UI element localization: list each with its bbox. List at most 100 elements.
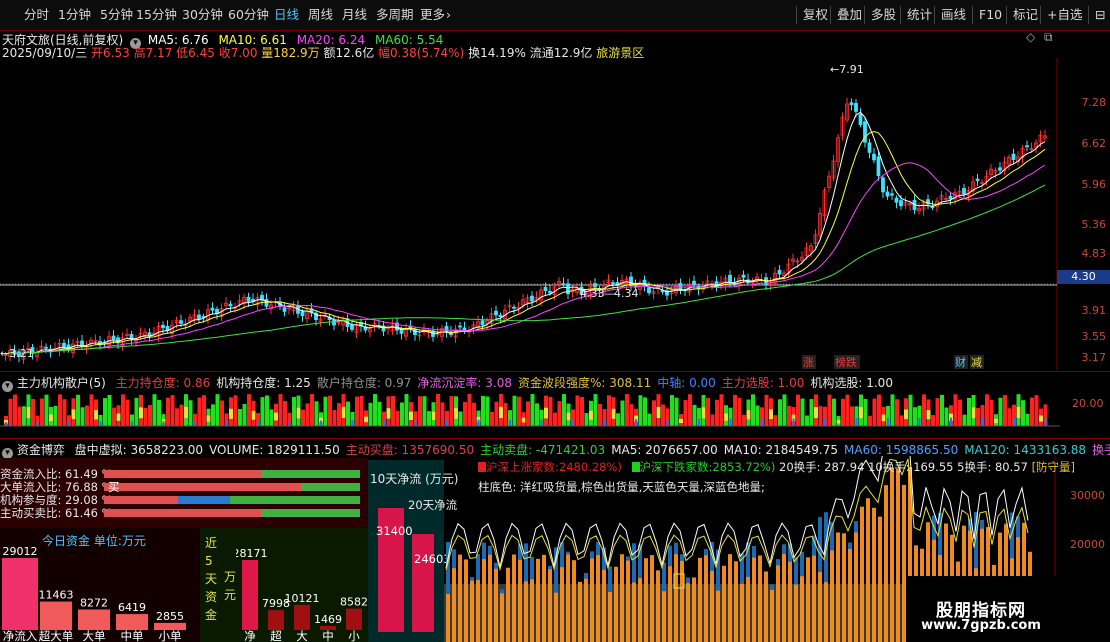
candle-body [881,177,885,193]
market-bar-orange [482,559,486,642]
indicator1-bar [265,395,269,426]
indicator1-bar [625,394,629,426]
indicator1-bar [44,394,49,426]
candle-body [867,142,872,153]
turnover10-label: 10换手: 169.55 [868,460,954,474]
indicator1-overlay [386,408,391,419]
indicator1-bar [638,395,643,426]
indicator1-mid [162,421,165,426]
candle-body [962,188,966,195]
indicator1-bar [683,400,688,426]
market-bar-orange [548,569,552,642]
event-tag-1[interactable]: 榜跌 [835,355,857,369]
today-fund-chart: 29012 净流入 11463 超大单 8272 大单 6419 中单 2855 小单 [2,546,186,642]
period-tab-7[interactable]: 周线 [308,6,333,24]
indicator1-overlay [881,414,886,422]
indicator1-bar [908,394,913,426]
indicator1-bar [359,395,364,426]
toolbar-button-1[interactable]: 叠加 [830,6,862,24]
indicator1-bar [877,394,881,426]
price-axis-tick-3: 5.36 [1081,218,1107,231]
toolbar-button-4[interactable]: 画线 [934,6,966,24]
period-tab-10[interactable]: 更多 [420,6,445,24]
indicator1-bar [751,394,755,426]
market-bar-orange [728,554,732,642]
toolbar-button-2[interactable]: 多股 [864,6,896,24]
period-tab-9[interactable]: 多周期 [376,6,414,24]
indicator1-mid [761,418,763,426]
indicator1-bar [157,399,161,426]
five-day-value-2: 10121 [285,592,320,605]
indicator2-item-4: MA5: 2076657.00 [611,443,718,457]
indicator1-bar [89,394,94,426]
candle-body [975,178,980,182]
indicator1-bar [1021,400,1025,426]
fund-ratio-bar-red-0 [104,470,262,478]
candle-body [246,296,251,302]
toolbar-button-6[interactable]: 标记 [1006,6,1038,24]
panel-divider-2 [0,438,1110,439]
event-tag-2[interactable]: 财 [955,355,966,369]
indicator2-title[interactable]: 资金博弈 [17,443,65,457]
indicator1-bar [175,408,179,426]
indicator1-chart [0,394,1060,427]
price-axis-tick-0: 7.28 [1081,96,1107,109]
indicator1-overlay [566,412,571,421]
indicator1-mid [572,419,574,426]
indicator1-bar [85,405,89,426]
indicator1-bar [1025,413,1030,426]
indicator1-mid [824,418,826,426]
period-tab-1[interactable]: 1分钟 [58,6,91,24]
period-tab-3[interactable]: 15分钟 [136,6,177,24]
indicator1-mid [855,418,858,426]
period-tab-0[interactable]: 分时 [24,6,49,24]
indicator1-bar [787,405,791,426]
period-tab-4[interactable]: 30分钟 [182,6,223,24]
indicator1-bar [8,398,13,426]
indicator1-overlay [49,414,53,422]
event-tag-0[interactable]: 涨 [803,356,814,369]
market-bar-orange [476,579,480,642]
market-bar-orange [896,468,900,642]
chevron-right-icon[interactable]: › [446,6,451,24]
market-bar-orange [776,565,780,642]
page-icon[interactable]: ⊟ [1088,6,1105,24]
indicator1-bar [913,407,917,426]
indicator1-mid [950,417,952,426]
toolbar-button-0[interactable]: 复权 [796,6,828,24]
candle-body [948,195,953,200]
indicator1-bar [166,397,170,426]
period-tab-8[interactable]: 月线 [342,6,367,24]
indicator1-bar [211,404,215,426]
high-price-label: ←7.91 [830,63,864,76]
event-tag-3[interactable]: 减 [971,356,982,369]
candlestick-chart[interactable]: ←7.91 ←3.21 4.33—4.34 涨 榜跌 财减 [0,58,1110,370]
market-bar-orange [578,581,582,642]
market-header: 沪深上涨家数:2480.28%) 沪深下跌家数:2853.72%) 20换手: … [478,459,1075,475]
five-day-title-char-1: 5 [205,554,213,568]
toolbar-button-3[interactable]: 统计 [900,6,932,24]
indicator1-mid [666,418,669,426]
indicator1-bar [247,394,251,426]
self-select-button[interactable]: +自选 [1040,6,1083,24]
indicator1-mid [698,418,700,426]
candle-body [197,314,201,320]
indicator1-bar [890,394,895,426]
indicator1-bar [580,397,584,426]
indicator1-overlay [431,411,436,421]
indicator1-bar [134,397,139,426]
indicator1-overlay [589,410,593,420]
period-tab-5[interactable]: 60分钟 [228,6,269,24]
period-tab-6[interactable]: 日线 [274,6,299,24]
diamond-icon[interactable]: ◇ [1026,30,1035,44]
toolbar-button-5[interactable]: F10 [972,6,1002,24]
restore-window-icon[interactable]: ⧉ [1044,30,1053,45]
indicator1-bar [269,409,274,426]
indicator1-bar [76,394,80,426]
period-tab-2[interactable]: 5分钟 [100,6,133,24]
indicator1-overlay [274,412,278,421]
indicator1-bar [179,404,184,426]
today-fund-bar-3 [116,614,148,630]
indicator1-bar [346,401,350,426]
turnover20-label: 20换手: 287.94 [779,460,865,474]
